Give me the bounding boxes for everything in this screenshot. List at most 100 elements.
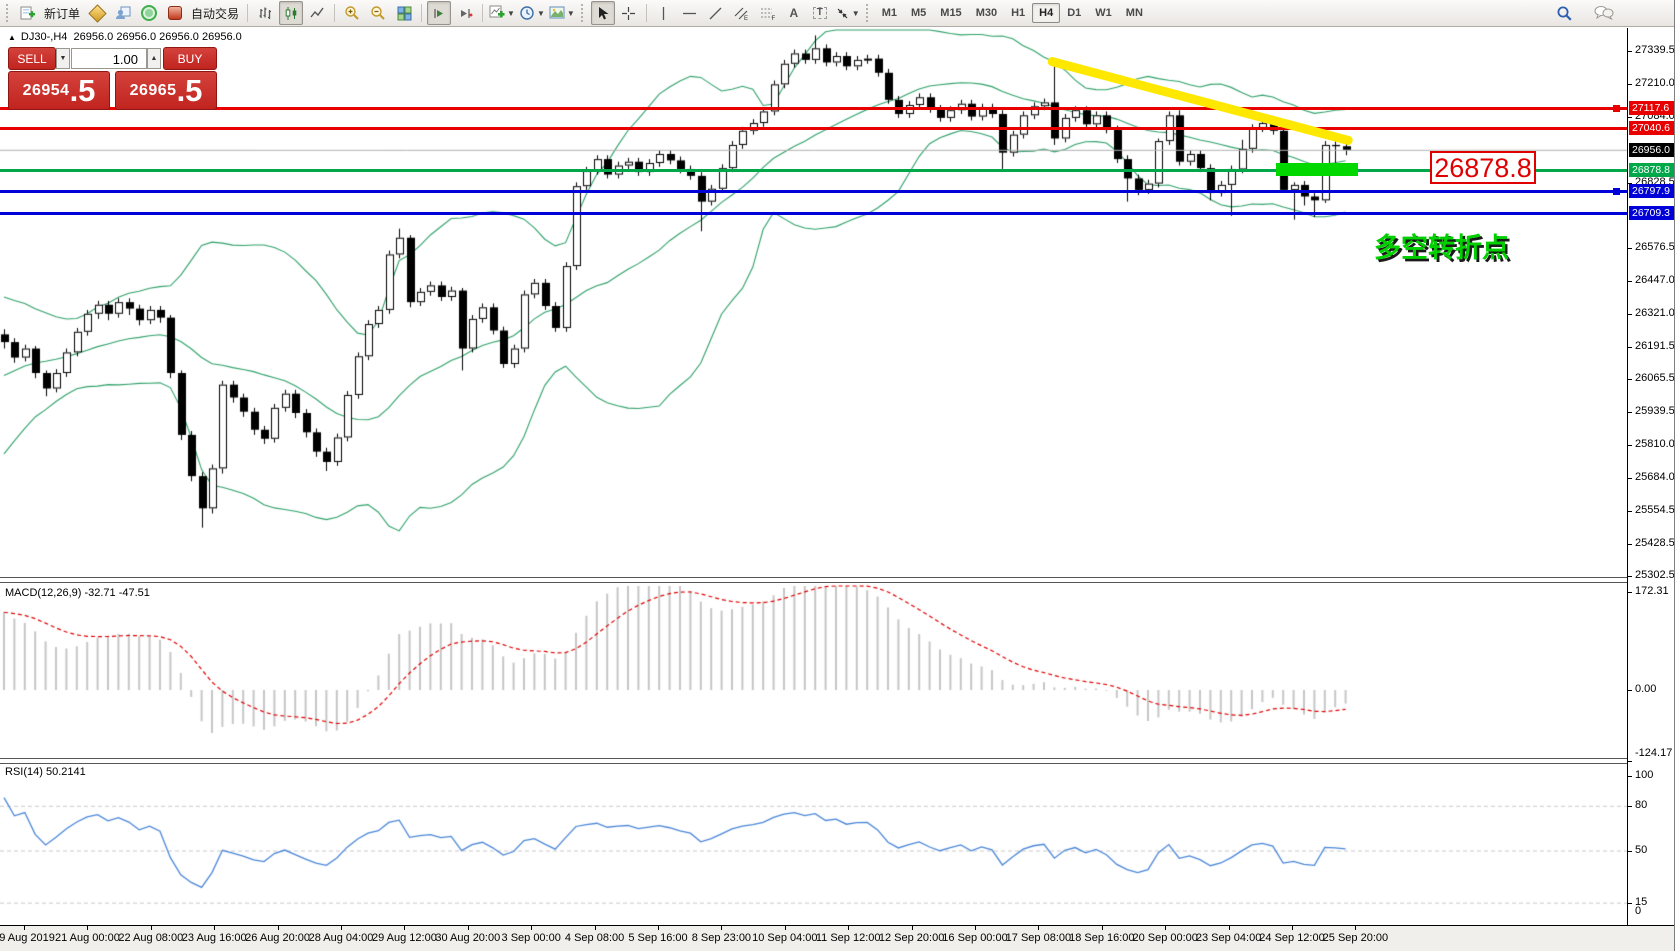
- time-label: 23 Aug 16:00: [182, 932, 247, 944]
- zoom-out-icon: [370, 5, 386, 21]
- zoom-in-button[interactable]: [340, 1, 364, 25]
- tile-windows-button[interactable]: [392, 1, 416, 25]
- horizontal-line-button[interactable]: [678, 1, 702, 25]
- sell-price-button[interactable]: 26954.5: [8, 71, 110, 110]
- macd-panel-splitter[interactable]: [0, 577, 1627, 583]
- zoom-out-button[interactable]: [366, 1, 390, 25]
- profile-button[interactable]: [111, 1, 135, 25]
- time-tick-mark: [975, 926, 976, 930]
- green-highlight-rectangle[interactable]: [1276, 163, 1358, 176]
- line-handle-27117.6[interactable]: [1613, 105, 1620, 112]
- time-label: 22 Aug 08:00: [118, 932, 183, 944]
- price-tick-26576.5: 26576.5: [1635, 241, 1675, 253]
- chat-button[interactable]: [1592, 1, 1616, 25]
- sell-price-pips: .5: [70, 75, 96, 106]
- signal-icon: [141, 5, 157, 21]
- horizontal-line-27117.6[interactable]: [0, 107, 1627, 110]
- macd-tick-172.31: 172.31: [1635, 585, 1669, 597]
- timeframe-M1[interactable]: M1: [875, 3, 904, 23]
- horizontal-line-27040.6[interactable]: [0, 127, 1627, 130]
- autotrading-button[interactable]: [163, 1, 187, 25]
- toolbar-grip: [866, 4, 871, 22]
- chart-menu-triangle-icon[interactable]: ▲: [8, 33, 16, 42]
- toolbar-right-icons: [1551, 1, 1617, 25]
- template-icon: [549, 5, 565, 21]
- toolbar-separator: [421, 4, 422, 22]
- fibonacci-button[interactable]: F: [756, 1, 780, 25]
- timeframe-D1[interactable]: D1: [1060, 3, 1088, 23]
- axis-tick-mark: [1628, 806, 1632, 807]
- bar-chart-button[interactable]: [253, 1, 277, 25]
- text-label-button[interactable]: T: [808, 1, 832, 25]
- autotrading-label[interactable]: 自动交易: [191, 5, 239, 22]
- toolbar-separator: [247, 4, 248, 22]
- rsi-tick-100: 100: [1635, 769, 1653, 781]
- sell-button-label: SELL: [17, 52, 46, 66]
- time-tick-mark: [595, 926, 596, 930]
- price-tick-25939.5: 25939.5: [1635, 405, 1675, 417]
- price-callout-box[interactable]: 26878.8: [1430, 151, 1536, 184]
- periods-button[interactable]: ▼: [518, 1, 546, 25]
- bull-bear-turning-point-annotation[interactable]: 多空转折点: [1374, 226, 1509, 265]
- time-tick-mark: [278, 926, 279, 930]
- horizontal-line-26709.3[interactable]: [0, 212, 1627, 215]
- text-button[interactable]: A: [782, 1, 806, 25]
- axis-tick-mark: [1628, 511, 1632, 512]
- candlestick-chart-button[interactable]: [279, 1, 303, 25]
- market-watch-button[interactable]: [85, 1, 109, 25]
- search-button[interactable]: [1552, 1, 1576, 25]
- volume-increase-button[interactable]: ▲: [147, 48, 161, 69]
- crosshair-button[interactable]: [617, 1, 641, 25]
- axis-tick-mark: [1628, 478, 1632, 479]
- timeframe-M15[interactable]: M15: [933, 3, 968, 23]
- horizontal-line-26797.9[interactable]: [0, 190, 1627, 193]
- line-chart-button[interactable]: [305, 1, 329, 25]
- timeframe-H1[interactable]: H1: [1004, 3, 1032, 23]
- chart-shift-button[interactable]: [453, 1, 477, 25]
- time-label: 17 Sep 08:00: [1006, 932, 1071, 944]
- templates-button[interactable]: ▼: [548, 1, 576, 25]
- buy-button-label: BUY: [178, 52, 203, 66]
- toolbar-grip: [581, 4, 586, 22]
- price-tag-26878.8: 26878.8: [1629, 163, 1675, 177]
- time-tick-mark: [912, 926, 913, 930]
- volume-decrease-button[interactable]: ▼: [56, 48, 70, 69]
- price-tick-26191.5: 26191.5: [1635, 340, 1675, 352]
- line-handle-26797.9[interactable]: [1613, 188, 1620, 195]
- time-axis[interactable]: 19 Aug 201921 Aug 00:0022 Aug 08:0023 Au…: [0, 925, 1675, 951]
- price-chart-canvas[interactable]: [0, 28, 1627, 925]
- arrows-button[interactable]: ▼: [834, 1, 861, 25]
- rsi-panel-splitter[interactable]: [0, 758, 1627, 764]
- price-tick-25684.0: 25684.0: [1635, 471, 1675, 483]
- time-tick-mark: [1229, 926, 1230, 930]
- chart-shift-icon: [458, 6, 473, 21]
- timeframe-MN[interactable]: MN: [1119, 3, 1150, 23]
- buy-price-button[interactable]: 26965.5: [115, 71, 217, 110]
- timeframe-W1[interactable]: W1: [1088, 3, 1119, 23]
- cursor-icon: [596, 6, 610, 21]
- axis-tick-mark: [1628, 690, 1632, 691]
- timeframe-M5[interactable]: M5: [904, 3, 933, 23]
- macd-tick-0.00: 0.00: [1635, 683, 1656, 695]
- trendline-button[interactable]: [704, 1, 728, 25]
- signals-button[interactable]: [137, 1, 161, 25]
- axis-tick-mark: [1628, 544, 1632, 545]
- cursor-button[interactable]: [591, 1, 615, 25]
- price-axis[interactable]: 27339.527210.027084.026828.526576.526447…: [1627, 28, 1675, 925]
- axis-tick-mark: [1628, 347, 1632, 348]
- auto-scroll-button[interactable]: [427, 1, 451, 25]
- sell-button[interactable]: SELL: [8, 47, 56, 70]
- equidistant-channel-button[interactable]: E: [730, 1, 754, 25]
- new-order-label[interactable]: 新订单: [44, 5, 80, 22]
- timeframe-H4[interactable]: H4: [1032, 3, 1060, 23]
- volume-input[interactable]: 1.00: [71, 48, 147, 69]
- timeframe-M30[interactable]: M30: [969, 3, 1004, 23]
- vertical-line-button[interactable]: [652, 1, 676, 25]
- time-tick-mark: [1038, 926, 1039, 930]
- price-tick-25428.5: 25428.5: [1635, 537, 1675, 549]
- horizontal-line-26878.8[interactable]: [0, 169, 1627, 172]
- time-label: 16 Sep 00:00: [942, 932, 1007, 944]
- buy-button[interactable]: BUY: [163, 47, 217, 70]
- new-order-button[interactable]: [16, 1, 40, 25]
- indicators-button[interactable]: ▼: [488, 1, 516, 25]
